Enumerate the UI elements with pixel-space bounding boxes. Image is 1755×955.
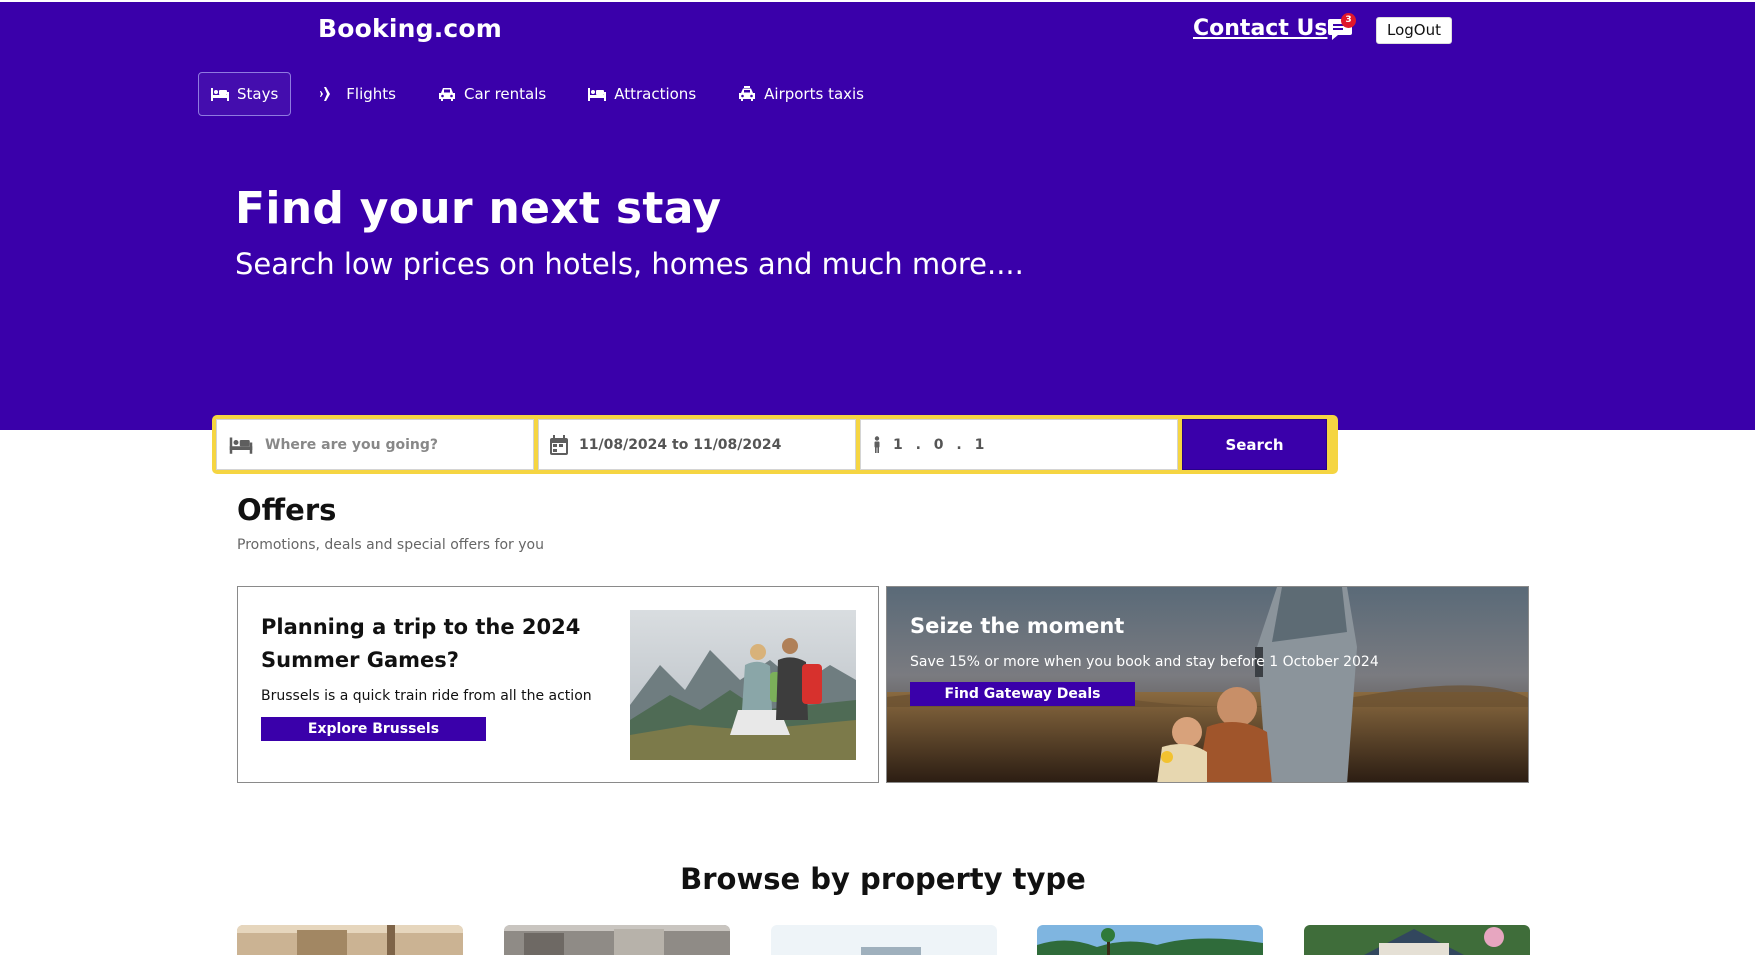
offer-card-title: Planning a trip to the 2024 Summer Games… [261,615,581,672]
offers-title: Offers [237,493,337,527]
property-type-card[interactable] [1037,925,1264,955]
notification-badge: 3 [1341,13,1356,28]
plane-icon [320,86,338,102]
guests-field[interactable]: 1 . 0 . 1 [860,419,1178,470]
hikers-photo [630,610,856,760]
property-type-list [237,925,1530,955]
property-type-card[interactable] [503,925,730,955]
offer-card-title: Seize the moment [910,614,1125,638]
guests-value: 1 . 0 . 1 [893,436,989,453]
search-bar: 11/08/2024 to 11/08/2024 1 . 0 . 1 Searc… [212,415,1338,474]
nav-item-car-rentals[interactable]: Car rentals [425,72,559,116]
offer-card-description: Brussels is a quick train ride from all … [261,688,592,704]
date-range-value: 11/08/2024 to 11/08/2024 [579,436,782,453]
hero-subtitle: Search low prices on hotels, homes and m… [235,247,1024,281]
taxi-icon [738,86,756,102]
nav-label: Car rentals [463,85,547,103]
nav-label: Attractions [614,85,697,103]
property-type-card[interactable] [1304,925,1530,955]
browse-property-type-title: Browse by property type [680,862,1086,896]
bed-icon [211,86,229,102]
find-gateway-deals-button[interactable]: Find Gateway Deals [910,682,1135,706]
main-nav: Stays Flights Car rentals Attractions Ai… [198,72,877,116]
date-range-field[interactable]: 11/08/2024 to 11/08/2024 [538,419,856,470]
destination-field[interactable] [216,419,534,470]
logout-button[interactable]: LogOut [1376,17,1452,44]
calendar-icon [549,434,569,456]
property-type-card[interactable] [237,925,463,955]
offer-card-summer-games: Planning a trip to the 2024 Summer Games… [237,586,879,783]
explore-brussels-button[interactable]: Explore Brussels [261,717,486,741]
person-icon [871,435,883,454]
bed-icon [227,435,255,455]
nav-item-airport-taxis[interactable]: Airports taxis [725,72,877,116]
contact-us-link[interactable]: Contact Us [1193,16,1327,41]
hero-banner: Booking.com Contact Us 3 LogOut Stays Fl… [0,0,1755,430]
offers-subtitle: Promotions, deals and special offers for… [237,537,544,553]
property-type-card[interactable] [770,925,997,955]
search-button[interactable]: Search [1182,419,1327,470]
destination-input[interactable] [265,436,505,453]
offer-card-description: Save 15% or more when you book and stay … [910,654,1379,670]
nav-label: Stays [237,85,279,103]
nav-label: Airports taxis [764,85,864,103]
brand-logo[interactable]: Booking.com [318,14,502,43]
nav-item-attractions[interactable]: Attractions [575,72,709,116]
car-icon [438,86,456,102]
nav-label: Flights [346,85,396,103]
nav-item-stays[interactable]: Stays [198,72,292,116]
offer-card-seize-the-moment: Seize the moment Save 15% or more when y… [886,586,1529,783]
attraction-icon [588,86,607,102]
hero-title: Find your next stay [235,183,722,234]
nav-item-flights[interactable]: Flights [307,72,409,116]
